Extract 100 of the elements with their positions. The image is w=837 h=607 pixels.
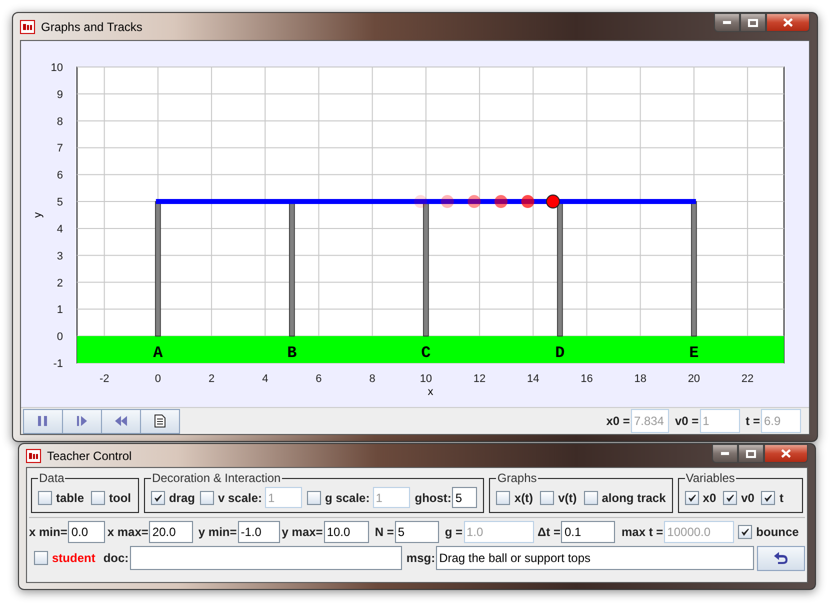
- checkbox[interactable]: [34, 551, 48, 565]
- field-label: x min=: [29, 525, 68, 539]
- parameter-field[interactable]: -1.0: [238, 521, 280, 543]
- window-title: Teacher Control: [47, 448, 132, 462]
- check-icon: [152, 492, 163, 502]
- checkbox-label: tool: [109, 490, 132, 504]
- checkbox-label: x0: [702, 490, 716, 504]
- checkbox[interactable]: [584, 490, 598, 504]
- axis-tick-label: 18: [634, 373, 646, 385]
- step-button[interactable]: [62, 408, 102, 434]
- checkbox[interactable]: [91, 490, 106, 504]
- axis-tick-label: 10: [50, 62, 63, 74]
- checkbox[interactable]: [496, 490, 510, 504]
- axis-tick-label: 6: [316, 373, 322, 385]
- axis-tick-label: 1: [56, 304, 63, 316]
- maximize-button[interactable]: [740, 13, 766, 32]
- support-post[interactable]: [155, 201, 161, 336]
- field-label: msg:: [406, 551, 436, 565]
- axis-tick-label: 5: [56, 196, 63, 209]
- support-post[interactable]: [691, 201, 697, 336]
- axis-tick-label: 16: [580, 373, 593, 385]
- rewind-button[interactable]: [101, 408, 141, 434]
- checkbox[interactable]: [540, 490, 554, 504]
- axis-tick-label: -2: [99, 373, 110, 385]
- checkbox[interactable]: [723, 490, 738, 504]
- ghost-ball: [468, 195, 481, 208]
- support-post[interactable]: [423, 201, 429, 336]
- checkbox-label: v scale:: [218, 490, 262, 504]
- check-icon: [763, 492, 774, 502]
- message-field[interactable]: Drag the ball or support tops: [436, 546, 754, 570]
- support-label: B: [287, 344, 297, 362]
- support-label: D: [555, 344, 565, 362]
- document-icon: [154, 414, 166, 428]
- document-button[interactable]: [140, 408, 180, 434]
- ghost-field[interactable]: 5: [452, 487, 478, 508]
- app-icon: [20, 20, 35, 34]
- checkbox[interactable]: [738, 525, 752, 539]
- axis-tick-label: 3: [56, 250, 63, 262]
- minimize-icon: [723, 21, 731, 24]
- checkbox-label: table: [56, 490, 84, 504]
- support-label: C: [421, 344, 431, 362]
- parameter-field[interactable]: 10.0: [324, 521, 369, 543]
- parameter-field[interactable]: 0.0: [68, 521, 106, 543]
- group-title: Data: [38, 471, 66, 485]
- app-icon: [26, 448, 41, 462]
- rewind-icon: [114, 415, 128, 427]
- field-label: g =: [444, 525, 462, 539]
- window-title: Graphs and Tracks: [41, 20, 142, 34]
- checkbox-label: v0: [741, 490, 754, 504]
- pause-button[interactable]: [23, 408, 63, 434]
- undo-icon: [773, 551, 790, 565]
- field-label: max t =: [621, 525, 664, 539]
- field-label: y min=: [198, 525, 237, 539]
- minimize-button[interactable]: [712, 444, 738, 463]
- doc-field[interactable]: [130, 546, 402, 570]
- undo-button[interactable]: [757, 546, 805, 570]
- field-label: x max=: [107, 525, 148, 539]
- checkbox[interactable]: [38, 490, 52, 504]
- axis-tick-label: 8: [56, 116, 63, 128]
- axis-tick-label: 22: [741, 373, 754, 385]
- axis-tick-label: 14: [527, 373, 540, 385]
- ghost-ball: [494, 195, 508, 208]
- close-button[interactable]: [764, 444, 808, 463]
- axis-tick-label: 4: [56, 223, 63, 236]
- parameter-field[interactable]: 5: [394, 521, 439, 543]
- axis-title: x: [428, 386, 434, 398]
- ghost-ball: [414, 195, 428, 208]
- parameter-field[interactable]: 20.0: [149, 521, 194, 543]
- readout-label: v0 =: [674, 414, 699, 428]
- field-label: y max=: [282, 525, 323, 539]
- maximize-icon: [748, 18, 758, 26]
- axis-tick-label: 20: [688, 373, 700, 385]
- field-label: doc:: [103, 551, 129, 565]
- checkbox-label: bounce: [756, 525, 799, 539]
- field-label: N =: [374, 525, 394, 539]
- group-title: Decoration & Interaction: [150, 471, 282, 485]
- support-post[interactable]: [289, 201, 295, 336]
- ghost-ball: [521, 195, 534, 208]
- axis-tick-label: -1: [53, 358, 63, 370]
- close-button[interactable]: [766, 13, 810, 32]
- maximize-icon: [746, 450, 756, 458]
- parameter-field[interactable]: 0.1: [561, 521, 616, 543]
- support-label: A: [153, 344, 163, 362]
- maximize-button[interactable]: [738, 444, 764, 463]
- ghost-ball: [440, 195, 454, 208]
- axis-tick-label: 8: [369, 373, 376, 385]
- minimize-button[interactable]: [714, 13, 740, 32]
- axis-tick-label: 6: [56, 170, 63, 182]
- close-icon: [781, 449, 791, 458]
- group-title: Graphs: [496, 471, 538, 485]
- group-title: Variables: [684, 471, 736, 485]
- check-icon: [686, 492, 697, 502]
- support-label: E: [689, 344, 699, 362]
- axis-tick-label: 0: [56, 331, 63, 344]
- axis-tick-label: 7: [56, 142, 63, 155]
- checkbox-label: along track: [602, 490, 666, 504]
- checkbox[interactable]: [150, 490, 165, 504]
- checkbox[interactable]: [684, 490, 699, 504]
- checkbox[interactable]: [761, 490, 776, 504]
- step-icon: [76, 415, 88, 427]
